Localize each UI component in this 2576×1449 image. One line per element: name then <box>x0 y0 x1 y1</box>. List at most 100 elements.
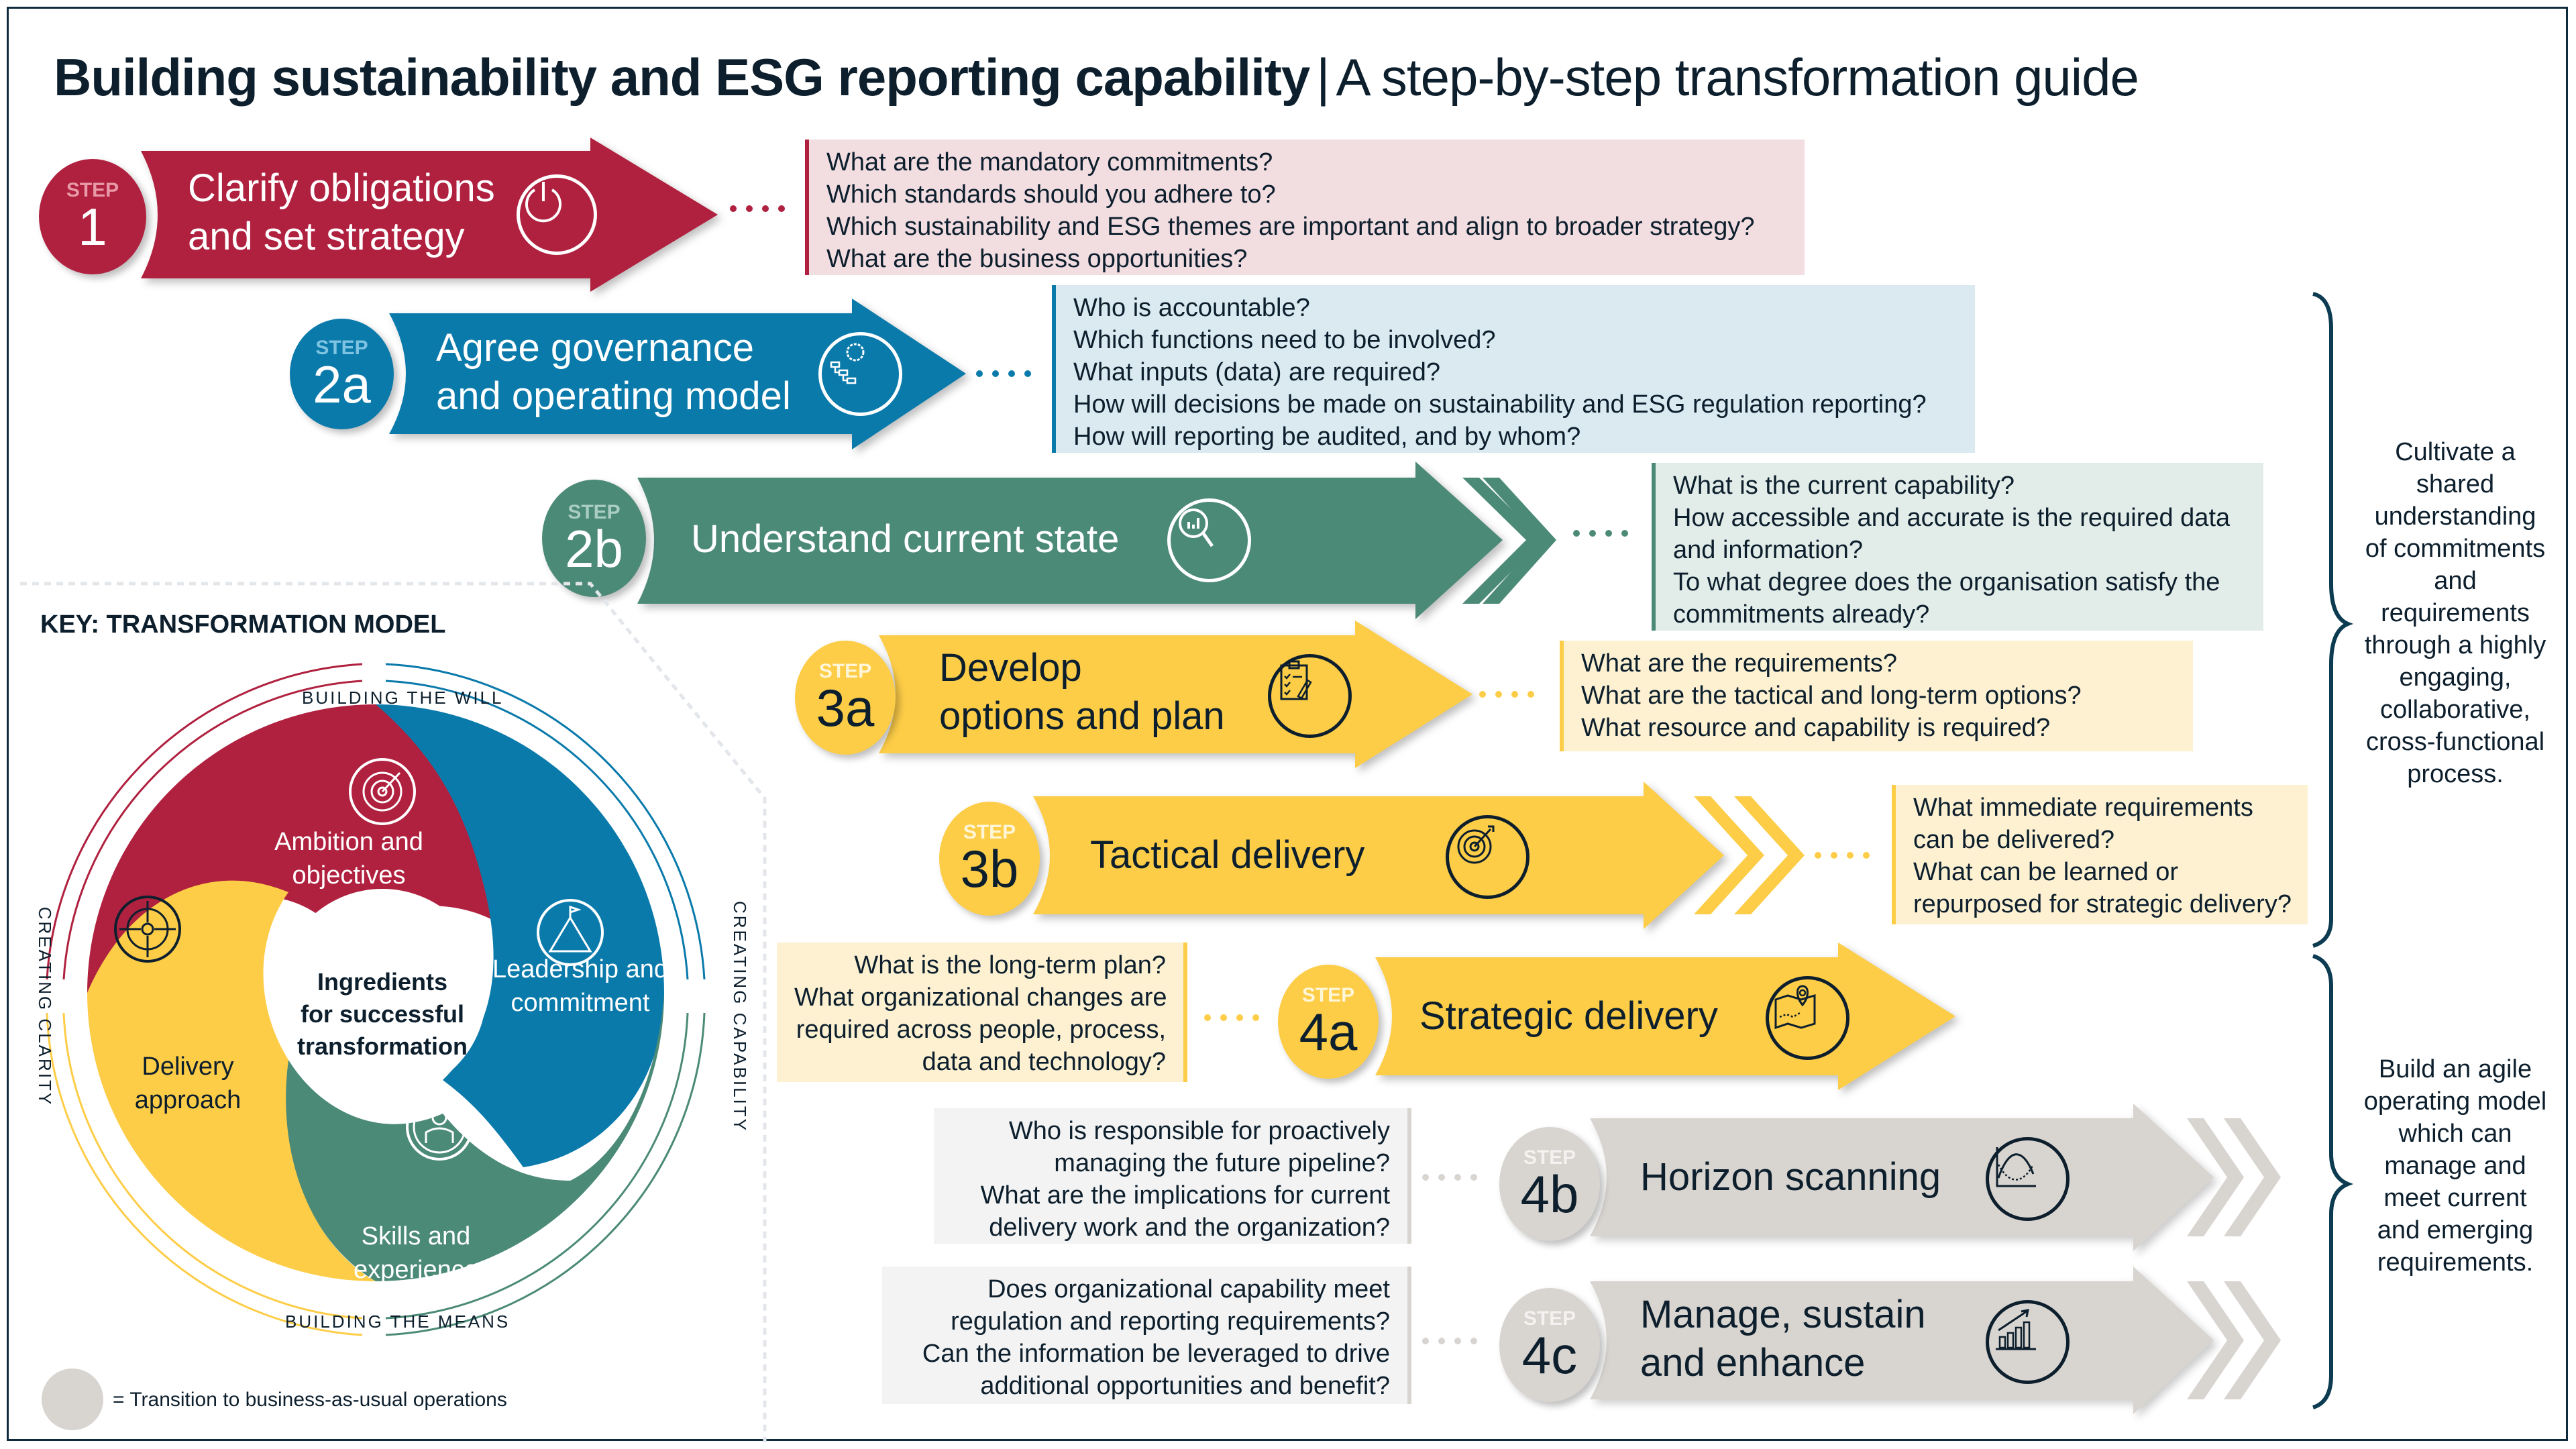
brace-text-line: requirements <box>2381 599 2530 627</box>
step-4b-badge: STEP 4b <box>1499 1127 1600 1241</box>
segment-delivery-label: Delivery approach <box>97 1050 278 1117</box>
question: managing the future pipeline? <box>1054 1149 1390 1177</box>
step-3a-questions: What are the requirements? What are the … <box>1560 641 2193 751</box>
segment-label-line: Skills and <box>361 1222 471 1250</box>
segment-label-line: approach <box>134 1086 241 1114</box>
question: What is the current capability? <box>1673 472 2015 500</box>
question: What are the business opportunities? <box>826 245 1248 273</box>
step-1-label-line: Clarify obligations <box>188 166 495 210</box>
arc-label-left: CREATING CLARITY <box>35 906 56 1107</box>
question: Which functions need to be involved? <box>1073 326 1496 354</box>
segment-label-line: Delivery <box>142 1053 234 1081</box>
step-4c-questions: Does organizational capability meet regu… <box>882 1267 1411 1404</box>
bau-legend-text: = Transition to business-as-usual operat… <box>113 1389 507 1411</box>
step-1-connector-dots <box>730 205 785 212</box>
brace-2-text: Build an agile operating model which can… <box>2355 1053 2556 1279</box>
brace-text-line: which can <box>2398 1120 2512 1148</box>
brace-text-line: and emerging <box>2377 1216 2534 1244</box>
step-number: 1 <box>78 197 107 256</box>
question: Who is responsible for proactively <box>1008 1117 1390 1145</box>
brace-bottom <box>2312 954 2354 1409</box>
brace-text-line: meet current <box>2383 1184 2527 1212</box>
question: What can be learned or <box>1913 858 2179 886</box>
step-1-questions: What are the mandatory commitments? Whic… <box>805 140 1805 275</box>
map-pin-icon <box>1766 976 1849 1060</box>
brace-text-line: Cultivate a <box>2395 438 2516 466</box>
question: What immediate requirements <box>1913 794 2253 822</box>
step-4a-arrow: Strategic delivery <box>1368 943 1959 1090</box>
brace-text-line: of commitments <box>2365 535 2546 563</box>
step-2a-label-line: and operating model <box>436 374 791 418</box>
title-subtitle: A step-by-step transformation guide <box>1336 48 2139 107</box>
title-main: Building sustainability and ESG reportin… <box>54 48 1310 107</box>
step-1-label-line: and set strategy <box>188 215 465 258</box>
question: To what degree does the organisation sat… <box>1673 568 2220 596</box>
step-3b-connector-dots <box>1815 852 1870 859</box>
brace-text-line: through a highly <box>2364 631 2546 659</box>
key-title: KEY: TRANSFORMATION MODEL <box>40 610 446 639</box>
step-3b-questions: What immediate requirements can be deliv… <box>1892 785 2308 924</box>
step-1-label: Clarify obligations and set strategy <box>188 164 495 261</box>
question: data and technology? <box>922 1048 1166 1076</box>
question: Which sustainability and ESG themes are … <box>826 213 1755 241</box>
center-label-line: Ingredients <box>317 968 448 996</box>
step-4c-label: Manage, sustain and enhance <box>1640 1291 1926 1387</box>
step-2b-label-line: Understand current state <box>691 517 1120 561</box>
step-4a-questions: What is the long-term plan? What organiz… <box>777 943 1187 1082</box>
step-4b-label: Horizon scanning <box>1640 1153 1941 1201</box>
step-number: 3a <box>816 678 875 737</box>
step-2b-questions: What is the current capability? How acce… <box>1652 463 2263 631</box>
question: How will decisions be made on sustainabi… <box>1073 390 1927 419</box>
step-2b-connector-dots <box>1573 530 1628 537</box>
question: can be delivered? <box>1913 826 2114 854</box>
brace-text-line: Build an agile <box>2378 1055 2532 1083</box>
step-4c-label-line: and enhance <box>1640 1341 1866 1385</box>
brace-text-line: and <box>2434 567 2477 595</box>
question: Who is accountable? <box>1073 294 1310 322</box>
step-number: 4b <box>1520 1165 1579 1224</box>
brace-text-line: engaging, <box>2399 663 2512 692</box>
question: commitments already? <box>1673 600 1930 629</box>
step-4b-label-line: Horizon scanning <box>1640 1155 1941 1199</box>
page-title: Building sustainability and ESG reportin… <box>54 47 2139 108</box>
step-3a-badge: STEP 3a <box>795 641 896 755</box>
brace-1-text: Cultivate a shared understanding of comm… <box>2355 436 2556 790</box>
step-2b-label: Understand current state <box>691 515 1119 564</box>
brace-text-line: operating model <box>2363 1087 2547 1116</box>
step-1-arrow: Clarify obligations and set strategy <box>134 138 724 292</box>
step-4c-arrow: Manage, sustain and enhance <box>1583 1267 2281 1414</box>
question: What are the tactical and long-term opti… <box>1581 682 2082 710</box>
question: Can the information be leveraged to driv… <box>922 1340 1390 1368</box>
question: required across people, process, <box>796 1016 1166 1044</box>
step-4a-label-line: Strategic delivery <box>1419 994 1718 1038</box>
step-2a-arrow: Agree governance and operating model <box>382 299 973 449</box>
segment-leadership-label: Leadership and commitment <box>480 953 681 1020</box>
step-4c-label-line: Manage, sustain <box>1640 1293 1926 1336</box>
arc-label-top: BUILDING THE WILL <box>302 688 504 708</box>
step-2a-label-line: Agree governance <box>436 326 754 370</box>
arc-label-bottom: BUILDING THE MEANS <box>285 1311 511 1332</box>
step-3b-badge: STEP 3b <box>939 802 1040 916</box>
step-4b-connector-dots <box>1422 1174 1477 1181</box>
question: How accessible and accurate is the requi… <box>1673 504 2231 532</box>
step-3a-label-line: Develop <box>939 646 1082 690</box>
segment-label-line: Ambition and <box>274 828 423 856</box>
question: What organizational changes are <box>794 983 1167 1012</box>
step-number: 4a <box>1299 1002 1358 1061</box>
step-4c-connector-dots <box>1422 1338 1477 1344</box>
step-number: 3b <box>960 839 1019 898</box>
arc-label-right: CREATING CAPABILITY <box>729 901 750 1132</box>
brace-text-line: process. <box>2407 760 2504 788</box>
step-number: 2a <box>313 354 371 414</box>
question: What inputs (data) are required? <box>1073 358 1441 386</box>
question: What are the requirements? <box>1581 649 1898 678</box>
step-number: 4c <box>1521 1326 1578 1385</box>
right-braces <box>2312 292 2354 1409</box>
step-4a-label: Strategic delivery <box>1419 992 1718 1040</box>
brace-top <box>2312 292 2354 948</box>
title-separator: | <box>1316 48 1330 107</box>
question: Which standards should you adhere to? <box>826 180 1276 209</box>
segment-ambition-label: Ambition and objectives <box>248 825 449 892</box>
segment-label-line: commitment <box>511 989 650 1017</box>
step-3b-label: Tactical delivery <box>1090 831 1364 879</box>
